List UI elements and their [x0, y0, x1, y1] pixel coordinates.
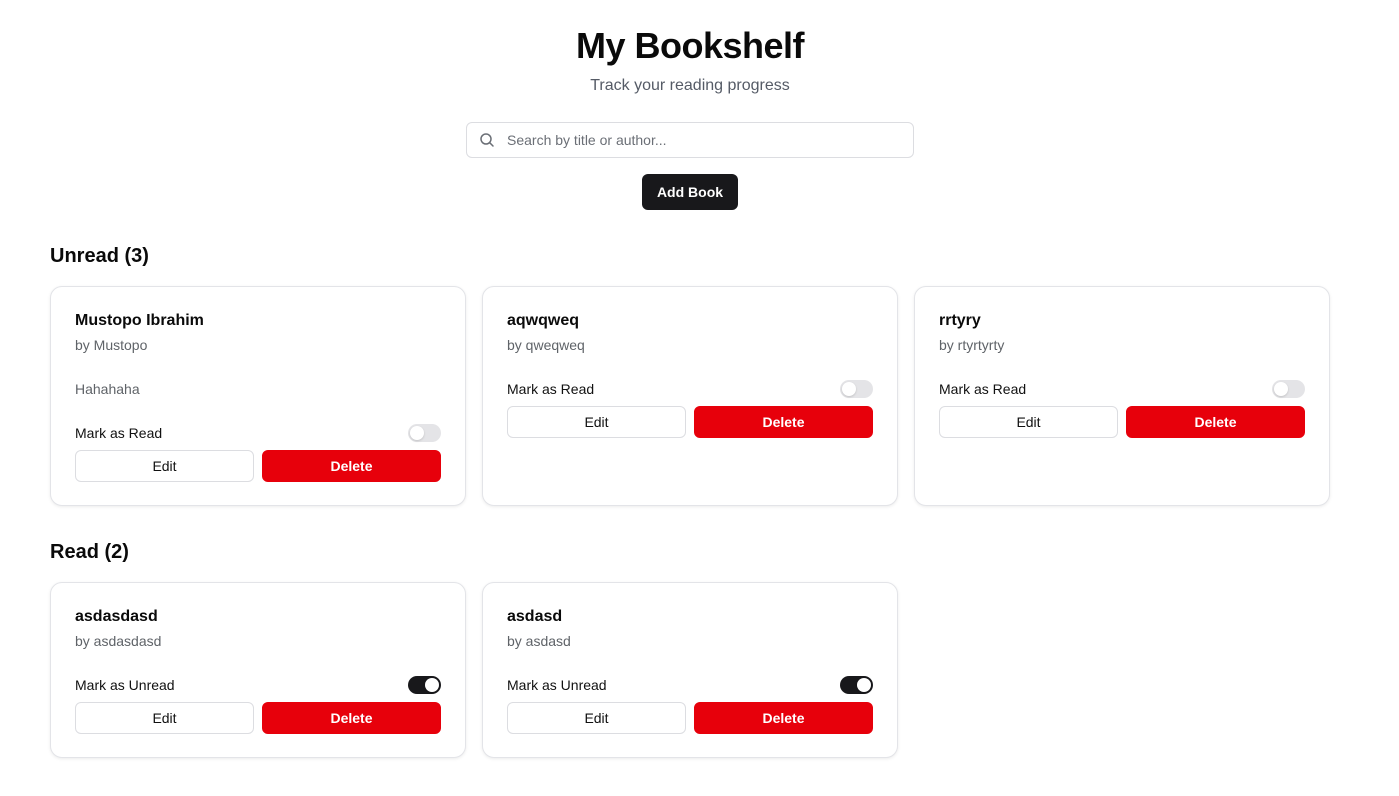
- read-toggle-switch[interactable]: [408, 424, 441, 442]
- book-title: asdasd: [507, 608, 563, 625]
- bookshelf-page: My Bookshelf Track your reading progress…: [0, 0, 1399, 796]
- book-author: by rtyrtyrty: [939, 337, 1005, 353]
- read-toggle-label: Mark as Read: [939, 381, 1027, 397]
- page-title: My Bookshelf: [575, 25, 805, 66]
- unread-toggle-row: Mark as Unread: [507, 676, 873, 694]
- unread-toggle-switch[interactable]: [408, 676, 441, 694]
- switch-knob: [410, 426, 424, 440]
- read-toggle-label: Mark as Read: [75, 425, 163, 441]
- unread-toggle-label: Mark as Unread: [75, 677, 175, 693]
- card-actions: Edit Delete: [75, 450, 441, 482]
- edit-button[interactable]: Edit: [507, 406, 686, 438]
- card-actions: Edit Delete: [507, 702, 873, 734]
- card-actions: Edit Delete: [507, 406, 873, 438]
- switch-knob: [842, 382, 856, 396]
- read-toggle-row: Mark as Read: [75, 424, 441, 442]
- card-actions: Edit Delete: [75, 702, 441, 734]
- delete-button[interactable]: Delete: [694, 406, 873, 438]
- edit-button[interactable]: Edit: [75, 702, 254, 734]
- page-subtitle: Track your reading progress: [590, 77, 790, 94]
- delete-button[interactable]: Delete: [262, 450, 441, 482]
- delete-button[interactable]: Delete: [262, 702, 441, 734]
- search-icon: [479, 132, 495, 148]
- add-book-button[interactable]: Add Book: [642, 174, 738, 210]
- unread-toggle-label: Mark as Unread: [507, 677, 607, 693]
- edit-button[interactable]: Edit: [75, 450, 254, 482]
- search-input[interactable]: [507, 123, 913, 157]
- search-box: [466, 122, 914, 158]
- card-actions: Edit Delete: [939, 406, 1305, 438]
- book-author: by Mustopo: [75, 337, 148, 353]
- book-card: rrtyry by rtyrtyrty Mark as Read Edit De…: [914, 286, 1330, 506]
- section-heading-read: Read (2): [50, 541, 129, 563]
- delete-button[interactable]: Delete: [1126, 406, 1305, 438]
- book-description: Hahahaha: [75, 381, 140, 397]
- section-heading-unread: Unread (3): [50, 245, 149, 267]
- delete-button[interactable]: Delete: [694, 702, 873, 734]
- book-card: asdasd by asdasd Mark as Unread Edit Del…: [482, 582, 898, 758]
- book-card: asdasdasd by asdasdasd Mark as Unread Ed…: [50, 582, 466, 758]
- edit-button[interactable]: Edit: [939, 406, 1118, 438]
- switch-knob: [857, 678, 871, 692]
- book-title: asdasdasd: [75, 608, 158, 625]
- read-toggle-row: Mark as Read: [507, 380, 873, 398]
- switch-knob: [425, 678, 439, 692]
- book-author: by asdasd: [507, 633, 571, 649]
- book-author: by qweqweq: [507, 337, 585, 353]
- book-title: Mustopo Ibrahim: [75, 312, 204, 329]
- unread-toggle-switch[interactable]: [840, 676, 873, 694]
- edit-button[interactable]: Edit: [507, 702, 686, 734]
- read-toggle-switch[interactable]: [840, 380, 873, 398]
- unread-toggle-row: Mark as Unread: [75, 676, 441, 694]
- read-toggle-label: Mark as Read: [507, 381, 595, 397]
- book-title: rrtyry: [939, 312, 981, 329]
- book-author: by asdasdasd: [75, 633, 162, 649]
- read-toggle-switch[interactable]: [1272, 380, 1305, 398]
- book-title: aqwqweq: [507, 312, 580, 329]
- read-toggle-row: Mark as Read: [939, 380, 1305, 398]
- book-card: Mustopo Ibrahim by Mustopo Hahahaha Mark…: [50, 286, 466, 506]
- switch-knob: [1274, 382, 1288, 396]
- book-card: aqwqweq by qweqweq Mark as Read Edit Del…: [482, 286, 898, 506]
